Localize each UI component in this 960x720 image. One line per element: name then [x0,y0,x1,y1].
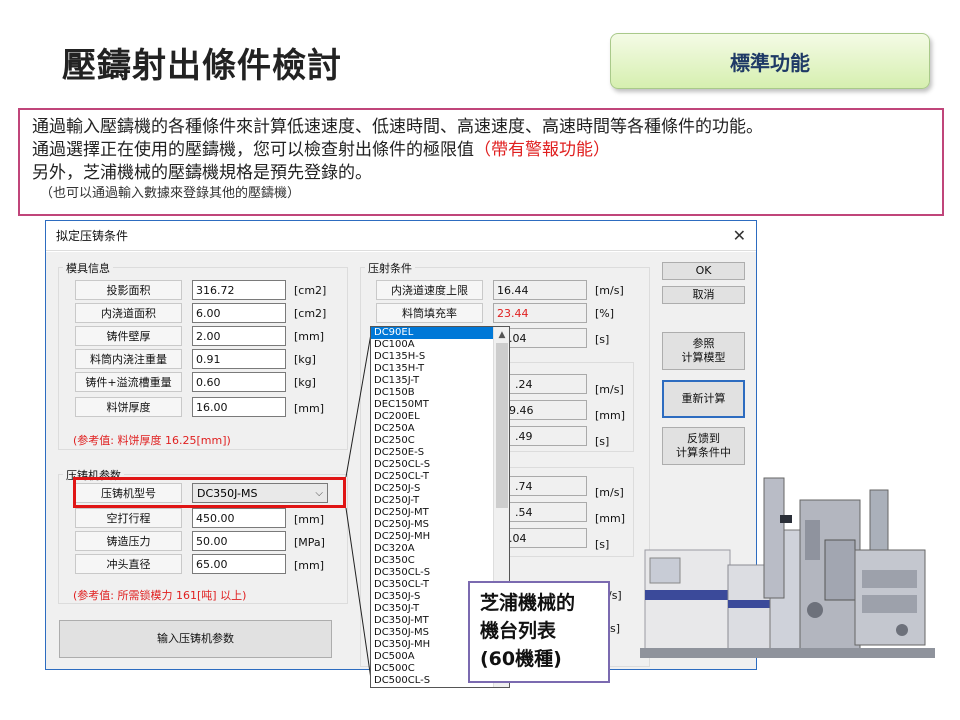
machine-model-list-item[interactable]: DC150B [371,387,495,399]
projected-area-unit: [cm2] [294,284,327,297]
gate-speed-limit-value: 16.44 [493,280,587,300]
injection-conditions-title: 压射条件 [365,260,415,276]
high-speed-velocity-unit: [m/s] [595,486,624,499]
recalculate-button[interactable]: 重新计算 [662,380,745,418]
biscuit-thickness-label: 料饼厚度 [75,397,182,417]
scroll-thumb[interactable] [496,343,508,508]
machine-model-list-item[interactable]: DC250J-S [371,483,495,495]
machine-model-list-item[interactable]: DC250C [371,435,495,447]
standard-feature-badge: 標準功能 [610,33,930,89]
gate-area-unit: [cm2] [294,307,327,320]
machine-model-list-item[interactable]: DC250J-MT [371,507,495,519]
gate-area-input[interactable]: 6.00 [192,303,286,323]
plunger-diameter-input[interactable]: 65.00 [192,554,286,574]
fill-ratio-unit: [%] [595,307,615,320]
alarm-function-note: （帶有警報功能） [474,140,610,160]
ok-button[interactable]: OK [662,262,745,280]
casting-pressure-input[interactable]: 50.00 [192,531,286,551]
machine-model-list-item[interactable]: DC135H-T [371,363,495,375]
gate-area-label: 内浇道面积 [75,303,182,323]
cancel-button[interactable]: 取消 [662,286,745,304]
feedback-to-conditions-button[interactable]: 反馈到 计算条件中 [662,427,745,465]
machine-list-callout: 芝浦機械的 機台列表 (60機種) [468,581,610,683]
mold-info-title: 模具信息 [63,260,113,276]
description-line-4: （也可以通過輸入數據來登錄其他的壓鑄機） [40,186,301,201]
close-icon[interactable]: ✕ [733,226,746,245]
partial-unit-a: /s] [608,589,622,602]
gate-speed-limit-unit: [m/s] [595,284,624,297]
projected-area-input[interactable]: 316.72 [192,280,286,300]
machine-model-list-item[interactable]: DC250CL-S [371,459,495,471]
callout-line-3: (60機種) [480,648,562,670]
machine-model-list-item[interactable]: DEC150MT [371,399,495,411]
machine-model-list-item[interactable]: DC350C [371,555,495,567]
casting-pressure-label: 铸造压力 [75,531,182,551]
slide-title: 壓鑄射出條件檢討 [62,46,342,86]
description-box: 通過輸入壓鑄機的各種條件來計算低速速度、低速時間、高速速度、高速時間等各種條件的… [18,108,944,216]
biscuit-thickness-unit: [mm] [294,402,325,415]
machine-model-list-item[interactable]: DC135J-T [371,375,495,387]
machine-model-list-item[interactable]: DC320A [371,543,495,555]
low-speed-velocity-unit: [m/s] [595,383,624,396]
casting-weight-unit: [kg] [294,376,316,389]
low-speed-duration-unit: [s] [595,435,610,448]
die-casting-machine-image [640,477,935,658]
dialog-title: 拟定压铸条件 [56,229,129,243]
fill-ratio-label: 料筒填充率 [376,303,483,323]
gate-speed-limit-label: 内浇道速度上限 [376,280,483,300]
dry-stroke-unit: [mm] [294,513,325,526]
pour-weight-unit: [kg] [294,353,316,366]
machine-model-list-item[interactable]: DC250CL-T [371,471,495,483]
wall-thickness-label: 铸件壁厚 [75,326,182,346]
fill-ratio-value: 23.44 [493,303,587,323]
model-highlight-box [73,477,346,508]
machine-model-list-item[interactable]: DC135H-S [371,351,495,363]
dry-stroke-input[interactable]: 450.00 [192,508,286,528]
plunger-diameter-label: 冲头直径 [75,554,182,574]
machine-model-list-item[interactable]: DC350CL-S [371,567,495,579]
callout-line-1: 芝浦機械的 [480,592,576,614]
wall-thickness-input[interactable]: 2.00 [192,326,286,346]
casting-weight-label: 铸件+溢流槽重量 [75,372,182,392]
machine-model-list-item[interactable]: DC90EL [371,327,495,339]
callout-line-2: 機台列表 [480,620,557,642]
biscuit-thickness-input[interactable]: 16.00 [192,397,286,417]
description-line-2-text: 通過選擇正在使用的壓鑄機，您可以檢查射出條件的極限值 [32,140,474,160]
description-line-2: 通過選擇正在使用的壓鑄機，您可以檢查射出條件的極限值（帶有警報功能） [32,139,930,162]
pour-weight-input[interactable]: 0.91 [192,349,286,369]
machine-model-list-item[interactable]: DC250A [371,423,495,435]
machine-model-list-item[interactable]: DC250J-MH [371,531,495,543]
casting-pressure-unit: [MPa] [294,536,325,549]
machine-model-list-item[interactable]: DC200EL [371,411,495,423]
machine-model-list-item[interactable]: DC250J-T [371,495,495,507]
plunger-diameter-unit: [mm] [294,559,325,572]
partial-unit-b: s] [610,622,621,635]
machine-model-list-item[interactable]: DC250J-MS [371,519,495,531]
casting-weight-input[interactable]: 0.60 [192,372,286,392]
scroll-up-icon[interactable]: ▲ [494,327,509,343]
low-speed-time-unit: [s] [595,333,610,346]
low-speed-stroke-unit: [mm] [595,409,626,422]
pour-weight-label: 料筒内浇注重量 [75,349,182,369]
description-line-3: 另外，芝浦機械的壓鑄機規格是預先登錄的。 [32,163,372,183]
machine-model-list-item[interactable]: DC250E-S [371,447,495,459]
clamping-force-reference-note: (参考值: 所需锁模力 161[吨] 以上) [73,589,247,602]
wall-thickness-unit: [mm] [294,330,325,343]
high-speed-duration-unit: [s] [595,538,610,551]
high-speed-stroke-unit: [mm] [595,512,626,525]
machine-model-list-item[interactable]: DC100A [371,339,495,351]
dialog-titlebar[interactable]: 拟定压铸条件 ✕ [46,221,756,251]
description-line-1: 通過輸入壓鑄機的各種條件來計算低速速度、低速時間、高速速度、高速時間等各種條件的… [32,117,763,137]
projected-area-label: 投影面积 [75,280,182,300]
biscuit-reference-note: (参考值: 料饼厚度 16.25[mm]) [73,434,231,447]
input-machine-params-button[interactable]: 输入压铸机参数 [59,620,332,658]
reference-calc-model-button[interactable]: 参照 计算模型 [662,332,745,370]
dry-stroke-label: 空打行程 [75,508,182,528]
